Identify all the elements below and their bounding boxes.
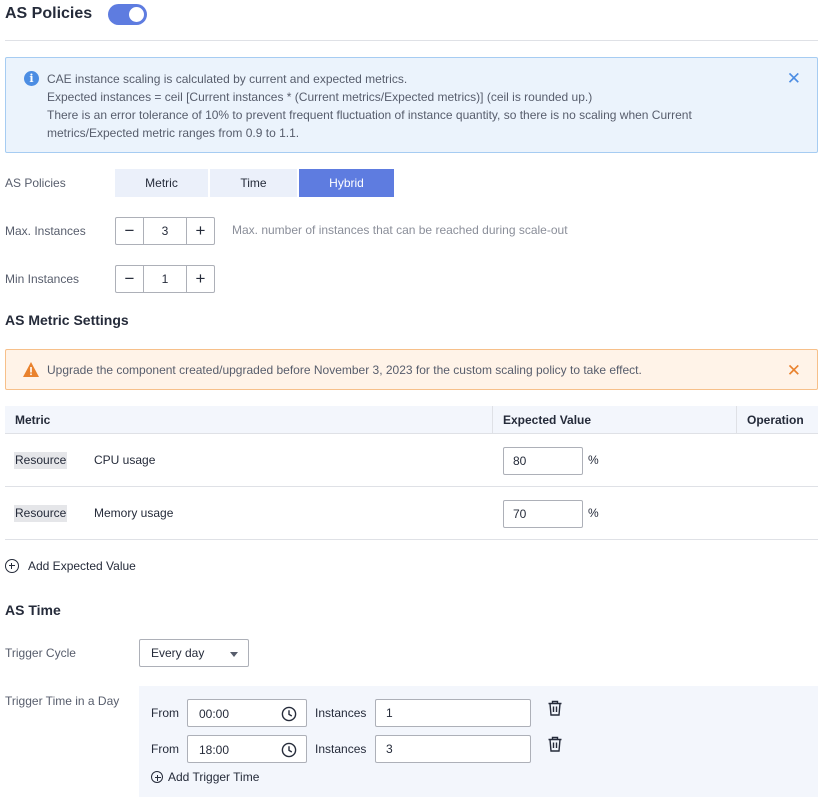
max-instances-hint: Max. number of instances that can be rea… bbox=[232, 223, 568, 237]
minus-icon[interactable]: − bbox=[116, 266, 143, 292]
info-alert: i CAE instance scaling is calculated by … bbox=[5, 57, 818, 153]
policy-segmented-control: Metric Time Hybrid bbox=[115, 169, 396, 197]
info-icon: i bbox=[24, 71, 39, 86]
add-circle-icon bbox=[151, 771, 163, 783]
close-icon[interactable]: ✕ bbox=[787, 70, 801, 87]
add-circle-icon bbox=[5, 559, 19, 573]
policy-option-time[interactable]: Time bbox=[210, 169, 297, 197]
max-instances-input[interactable]: 3 bbox=[143, 218, 187, 244]
unit-label: % bbox=[588, 453, 599, 467]
min-instances-label: Min Instances bbox=[5, 272, 80, 286]
plus-icon[interactable]: + bbox=[187, 218, 214, 244]
time-picker[interactable]: 00:00 bbox=[187, 699, 307, 727]
policy-option-metric[interactable]: Metric bbox=[115, 169, 208, 197]
trigger-row: From 00:00 Instances 1 bbox=[139, 699, 818, 727]
trigger-cycle-select[interactable]: Every day bbox=[139, 639, 249, 667]
info-line: Expected instances = ceil [Current insta… bbox=[47, 90, 593, 104]
trigger-time-panel: From 00:00 Instances 1 From 18:00 Instan… bbox=[139, 686, 818, 797]
metric-name: CPU usage bbox=[94, 453, 156, 467]
instances-label: Instances bbox=[315, 742, 367, 756]
warning-alert: Upgrade the component created/upgraded b… bbox=[5, 349, 818, 390]
table-row: Resource Memory usage 70 % bbox=[5, 487, 818, 540]
resource-tag: Resource bbox=[14, 505, 68, 522]
add-trigger-time-label: Add Trigger Time bbox=[168, 770, 260, 784]
warning-text: Upgrade the component created/upgraded b… bbox=[47, 363, 642, 377]
instances-label: Instances bbox=[315, 706, 367, 720]
instances-input[interactable]: 3 bbox=[375, 735, 531, 763]
trigger-row: From 18:00 Instances 3 bbox=[139, 735, 818, 763]
time-picker[interactable]: 18:00 bbox=[187, 735, 307, 763]
add-expected-value-label: Add Expected Value bbox=[28, 559, 136, 573]
time-value: 00:00 bbox=[199, 707, 230, 721]
from-label: From bbox=[151, 706, 179, 720]
policy-label: AS Policies bbox=[5, 176, 66, 190]
toggle-knob bbox=[129, 7, 144, 22]
metric-name: Memory usage bbox=[94, 506, 174, 520]
info-line: metrics/Expected metric ranges from 0.9 … bbox=[47, 126, 300, 140]
trigger-cycle-value: Every day bbox=[151, 646, 205, 660]
unit-label: % bbox=[588, 506, 599, 520]
time-value: 18:00 bbox=[199, 743, 230, 757]
plus-icon[interactable]: + bbox=[187, 266, 214, 292]
info-line: There is an error tolerance of 10% to pr… bbox=[47, 108, 692, 122]
warning-icon bbox=[23, 362, 39, 377]
table-header: Metric Expected Value Operation bbox=[5, 406, 818, 434]
as-policies-toggle[interactable] bbox=[108, 4, 147, 25]
trigger-cycle-label: Trigger Cycle bbox=[5, 646, 76, 660]
metric-settings-title: AS Metric Settings bbox=[5, 312, 129, 328]
max-instances-label: Max. Instances bbox=[5, 224, 86, 238]
resource-tag: Resource bbox=[14, 452, 68, 469]
expected-value-input[interactable]: 70 bbox=[503, 500, 583, 528]
close-icon[interactable]: ✕ bbox=[787, 362, 801, 379]
clock-icon bbox=[281, 742, 297, 758]
info-line: CAE instance scaling is calculated by cu… bbox=[47, 72, 408, 86]
from-label: From bbox=[151, 742, 179, 756]
trash-icon[interactable] bbox=[546, 699, 564, 717]
expected-value-input[interactable]: 80 bbox=[503, 447, 583, 475]
trigger-time-label: Trigger Time in a Day bbox=[5, 694, 120, 708]
trash-icon[interactable] bbox=[546, 735, 564, 753]
caret-down-icon bbox=[230, 652, 238, 657]
column-divider bbox=[736, 406, 737, 434]
add-trigger-time-button[interactable]: Add Trigger Time bbox=[151, 770, 259, 784]
page-title: AS Policies bbox=[5, 5, 93, 22]
metric-table: Metric Expected Value Operation Resource… bbox=[5, 406, 818, 540]
column-header-expected-value: Expected Value bbox=[503, 413, 592, 427]
column-header-metric: Metric bbox=[15, 413, 51, 427]
min-instances-stepper: − 1 + bbox=[115, 265, 215, 293]
min-instances-input[interactable]: 1 bbox=[143, 266, 187, 292]
instances-input[interactable]: 1 bbox=[375, 699, 531, 727]
max-instances-stepper: − 3 + bbox=[115, 217, 215, 245]
divider bbox=[5, 40, 818, 41]
column-header-operation: Operation bbox=[747, 413, 804, 427]
policy-option-hybrid[interactable]: Hybrid bbox=[299, 169, 394, 197]
table-row: Resource CPU usage 80 % bbox=[5, 434, 818, 487]
minus-icon[interactable]: − bbox=[116, 218, 143, 244]
clock-icon bbox=[281, 706, 297, 722]
column-divider bbox=[492, 406, 493, 434]
as-time-title: AS Time bbox=[5, 602, 61, 618]
info-alert-text: CAE instance scaling is calculated by cu… bbox=[47, 70, 747, 142]
add-expected-value-button[interactable]: Add Expected Value bbox=[5, 559, 136, 573]
